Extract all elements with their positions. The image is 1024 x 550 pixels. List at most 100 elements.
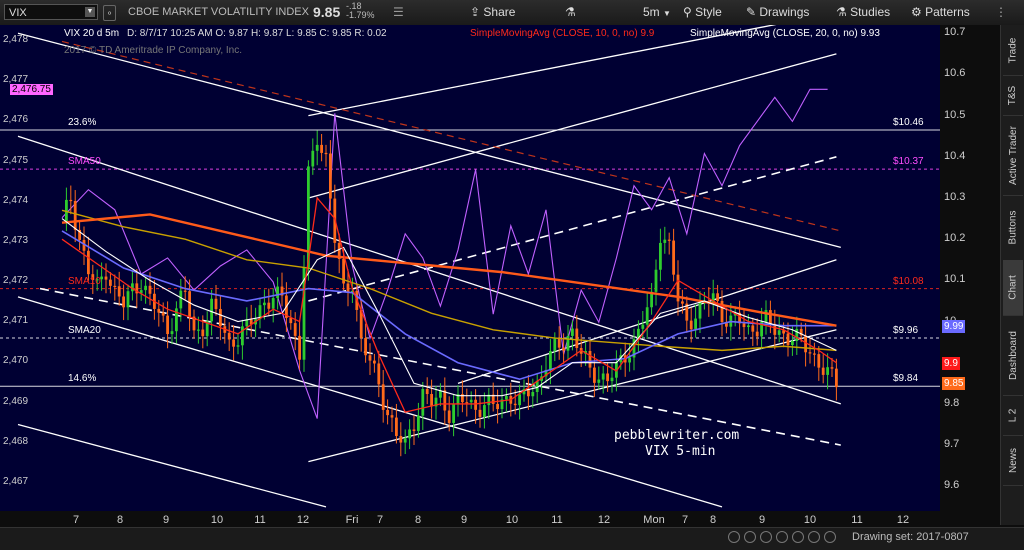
legend-sma20-value: 9.93 <box>860 28 880 39</box>
candle-body <box>769 310 772 324</box>
tab-dashboard[interactable]: Dashboard <box>1003 315 1023 396</box>
legend-sma20: SimpleMovingAvg (CLOSE, 20, 0, no) 9.93 <box>690 28 880 39</box>
vix-chart-svg[interactable] <box>0 0 1000 511</box>
left-axis-tick: 2,473 <box>3 234 29 246</box>
legend-sma10: SimpleMovingAvg (CLOSE, 10, 0, no) 9.9 <box>470 28 654 39</box>
candle-body <box>659 242 662 270</box>
right-axis-tick: 10.3 <box>944 190 966 203</box>
tab-times-sales[interactable]: T&S <box>1003 75 1023 116</box>
candle-body <box>73 201 77 230</box>
candle-body <box>298 335 301 360</box>
candle-body <box>421 388 425 416</box>
legend-sma20-label: SimpleMovingAvg (CLOSE, 20, 0, no) <box>690 28 858 39</box>
candle-body <box>562 347 565 351</box>
candle-body <box>113 285 117 288</box>
candle-body <box>403 438 407 443</box>
crosshair-icon[interactable] <box>808 531 820 543</box>
zoom-in-icon[interactable] <box>776 531 788 543</box>
trendline-8 <box>308 156 837 302</box>
candle-body <box>505 396 508 400</box>
candle-body <box>425 388 429 395</box>
x-axis-tick: 11 <box>551 514 563 526</box>
candle-body <box>104 276 108 280</box>
candle-body <box>346 283 350 293</box>
level-right-label: $9.96 <box>893 325 919 337</box>
candle-body <box>197 329 200 331</box>
tab-chart-label: Chart <box>1007 275 1019 300</box>
candle-body <box>795 328 799 341</box>
candle-body <box>87 250 90 275</box>
level-left-label: SMA50 <box>68 156 101 168</box>
left-axis-current-tag: 2,476.75 <box>10 84 53 96</box>
tab-news-label: News <box>1007 447 1019 473</box>
candle-body <box>399 435 403 443</box>
candle-body <box>628 357 631 363</box>
candle-body <box>513 403 517 406</box>
right-axis-tick: 10.4 <box>944 149 966 162</box>
candle-body <box>571 328 574 336</box>
zoom-out-icon[interactable] <box>760 531 772 543</box>
tab-buttons[interactable]: Buttons <box>1003 195 1023 261</box>
sma20-line <box>61 218 837 397</box>
level-left-label: SMA10 <box>68 275 101 287</box>
candle-body <box>474 399 477 410</box>
reset-icon[interactable] <box>792 531 804 543</box>
trendline-3 <box>17 423 327 508</box>
candle-body <box>553 338 557 352</box>
tab-news[interactable]: News <box>1003 435 1023 486</box>
right-axis-tick: 9.6 <box>944 479 960 492</box>
candle-body <box>263 302 266 306</box>
candle-body <box>610 377 614 382</box>
candle-body <box>232 339 235 347</box>
legend-sma10-value: 9.9 <box>640 28 655 39</box>
x-axis-tick: 12 <box>896 514 910 526</box>
legend-sma10-label: SimpleMovingAvg (CLOSE, 10, 0, no) <box>470 28 638 39</box>
pan-right-icon[interactable] <box>744 531 756 543</box>
x-axis-tick: 9 <box>162 514 170 526</box>
tab-chart[interactable]: Chart <box>1003 260 1023 316</box>
drawing-set[interactable]: Drawing set: 2017-0807 <box>852 531 969 543</box>
x-axis-tick: Fri <box>345 514 359 526</box>
legend-symbol: VIX 20 d 5m <box>64 28 120 39</box>
candle-body <box>531 392 535 397</box>
candle-body <box>377 363 381 385</box>
magnifier-icon[interactable] <box>824 531 836 543</box>
candle-body <box>645 307 649 325</box>
candle-body <box>219 309 222 327</box>
watermark-title: VIX 5-min <box>645 444 716 459</box>
candle-body <box>148 285 152 294</box>
right-axis-tick: 10.2 <box>944 232 966 245</box>
candle-body <box>236 345 240 347</box>
candle-body <box>109 279 112 286</box>
candle-body <box>364 338 367 356</box>
candle-body <box>593 367 596 383</box>
candle-body <box>276 286 279 299</box>
candle-body <box>412 429 416 432</box>
left-axis-tick: 2,476 <box>3 114 29 126</box>
sma-yellow-line <box>61 209 837 352</box>
candle-body <box>654 269 658 292</box>
candle-body <box>430 394 433 407</box>
left-axis-tick: 2,478 <box>3 34 29 46</box>
pan-left-icon[interactable] <box>728 531 740 543</box>
candle-body <box>157 308 161 313</box>
es-price-line <box>61 88 828 419</box>
left-axis-tick: 2,470 <box>3 355 29 367</box>
right-axis-tick: 10.5 <box>944 108 966 121</box>
x-axis-tick: Mon <box>643 514 665 526</box>
right-axis-tick: 9.7 <box>944 438 960 451</box>
tab-level2[interactable]: L 2 <box>1003 395 1023 436</box>
tab-active-trader[interactable]: Active Trader <box>1003 115 1023 196</box>
watermark-site: pebblewriter.com <box>614 428 740 443</box>
x-axis-tick: 9 <box>758 514 766 526</box>
candle-body <box>452 404 455 423</box>
candle-body <box>469 399 473 403</box>
level-right-label: $10.46 <box>893 117 924 129</box>
candle-body <box>408 429 411 439</box>
candle-body <box>835 368 838 388</box>
candle-body <box>764 310 768 322</box>
candle-body <box>777 330 781 335</box>
tab-trade[interactable]: Trade <box>1003 25 1023 76</box>
candle-body <box>188 291 191 317</box>
candle-body <box>557 338 561 348</box>
